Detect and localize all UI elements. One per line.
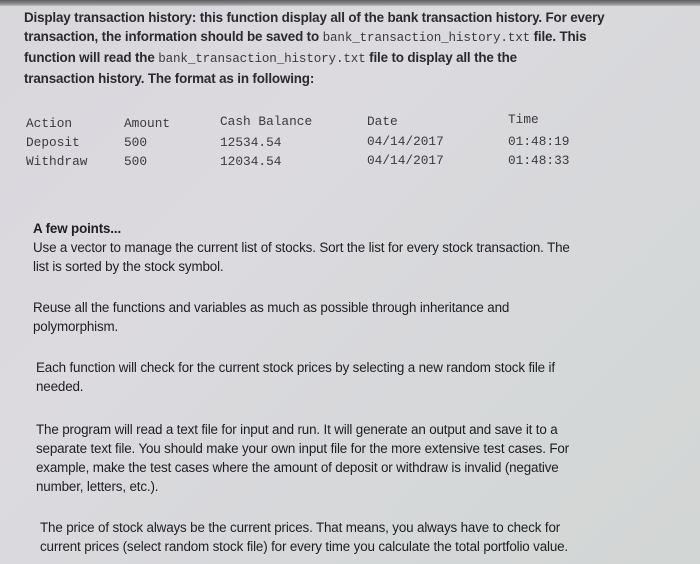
document-page: Display transaction history: this functi… [0, 0, 700, 564]
cell-amount: 500 [124, 135, 148, 150]
cell-cash-balance: 12034.54 [220, 154, 282, 169]
header-date: Date [367, 114, 398, 129]
point-paragraph-reuse: Reuse all the functions and variables as… [33, 298, 593, 336]
intro-line-1: Display transaction history: this functi… [24, 8, 664, 27]
paragraph-line: current prices (select random stock file… [40, 539, 569, 554]
paragraph-line: The program will read a text file for in… [36, 422, 558, 437]
paragraph-line: Each function will check for the current… [36, 360, 555, 375]
cell-time: 01:48:33 [508, 153, 570, 168]
paragraph-line: Use a vector to manage the current list … [33, 240, 570, 255]
intro-paragraph: Display transaction history: this functi… [24, 8, 664, 88]
paragraph-line: number, letters, etc.). [36, 479, 159, 494]
intro-line-3-pre: function will read the [24, 50, 159, 65]
paragraph-line: The price of stock always be the current… [40, 520, 561, 535]
filename-code: bank_transaction_history.txt [322, 31, 531, 45]
cell-date: 04/14/2017 [367, 134, 444, 149]
header-time: Time [508, 112, 539, 127]
intro-line-3-post: file to display all the the [365, 50, 517, 65]
cell-time: 01:48:19 [508, 134, 570, 149]
paragraph-line: Reuse all the functions and variables as… [33, 300, 510, 315]
header-amount: Amount [124, 116, 171, 131]
intro-line-2-pre: transaction, the information should be s… [24, 29, 323, 44]
intro-line-1-text: this function display all of the bank tr… [196, 10, 605, 25]
paragraph-line: example, make the test cases where the a… [36, 460, 559, 475]
point-paragraph-input-output: The program will read a text file for in… [36, 420, 652, 496]
filename-code: bank_transaction_history.txt [158, 52, 366, 66]
intro-label: Display transaction history: [24, 10, 197, 25]
paragraph-line: list is sorted by the stock symbol. [33, 259, 224, 274]
point-paragraph-current-price: The price of stock always be the current… [40, 518, 656, 556]
header-action: Action [26, 116, 73, 131]
cell-action: Deposit [26, 135, 80, 150]
intro-line-4: transaction history. The format as in fo… [24, 71, 315, 86]
intro-line-2-post: file. This [530, 29, 587, 44]
paragraph-line: polymorphism. [33, 319, 119, 334]
cell-action: Withdraw [26, 154, 88, 169]
header-cash-balance: Cash Balance [220, 114, 313, 129]
paragraph-line: separate text file. You should make your… [36, 441, 569, 456]
paragraph-line: needed. [36, 379, 84, 394]
intro-line-2: transaction, the information should be s… [24, 27, 664, 48]
cell-amount: 500 [124, 154, 148, 169]
point-paragraph-prices-check: Each function will check for the current… [36, 358, 626, 396]
points-heading: A few points... [33, 221, 122, 236]
intro-line-3: function will read the bank_transaction_… [24, 48, 664, 69]
point-paragraph-vector: Use a vector to manage the current list … [33, 238, 653, 276]
cell-cash-balance: 12534.54 [220, 135, 282, 150]
cell-date: 04/14/2017 [367, 153, 444, 168]
